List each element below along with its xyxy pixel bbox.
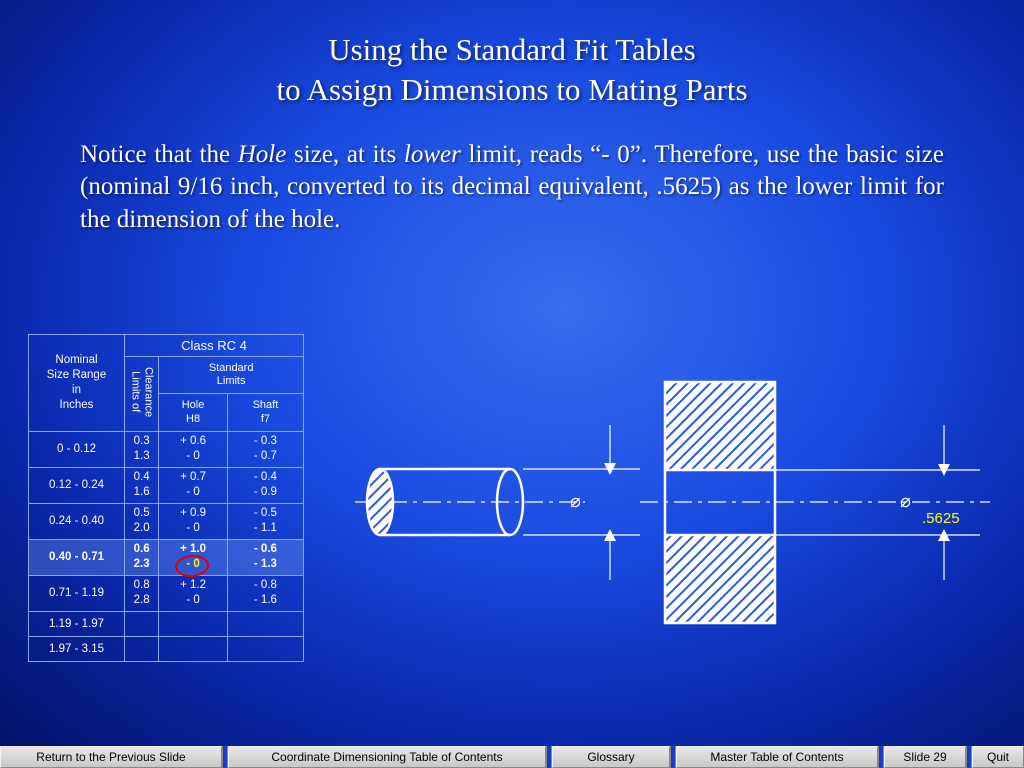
clearance-cell: 0.31.3	[125, 431, 159, 467]
return-button[interactable]: Return to the Previous Slide	[0, 746, 222, 768]
clearance-cell: 0.41.6	[125, 467, 159, 503]
shaft-cell: - 0.8- 1.6	[227, 575, 303, 611]
shaft-cell: - 0.4- 0.9	[227, 467, 303, 503]
hole-cell: + 0.6- 0	[159, 431, 228, 467]
range-cell: 0.71 - 1.19	[29, 575, 125, 611]
body-prefix: Notice that the	[80, 141, 238, 168]
clearance-cell: 0.82.8	[125, 575, 159, 611]
shaft-cell	[227, 611, 303, 636]
table-row: 0.71 - 1.190.82.8+ 1.2- 0- 0.8- 1.6	[29, 575, 304, 611]
range-cell: 1.19 - 1.97	[29, 611, 125, 636]
hole-dimension-value: .5625	[922, 510, 960, 527]
clearance-cell: 0.52.0	[125, 503, 159, 539]
range-cell: 0.24 - 0.40	[29, 503, 125, 539]
diameter-symbol-shaft: ⌀	[570, 491, 581, 511]
slide-title: Using the Standard Fit Tables to Assign …	[0, 0, 1024, 111]
hole-cell: + 0.7- 0	[159, 467, 228, 503]
clearance-cell: 0.62.3	[125, 539, 159, 575]
range-cell: 0.40 - 0.71	[29, 539, 125, 575]
hole-drawing	[640, 382, 990, 623]
class-header: Class RC 4	[125, 335, 304, 357]
shaft-drawing	[355, 425, 640, 580]
coord-toc-button[interactable]: Coordinate Dimensioning Table of Content…	[228, 746, 546, 768]
diameter-symbol-hole: ⌀	[900, 491, 911, 511]
footer-nav: Return to the Previous Slide Coordinate …	[0, 746, 1024, 768]
nominal-header: Nominal Size Range in Inches	[29, 335, 125, 432]
shaft-cell	[227, 636, 303, 661]
hole-cell	[159, 611, 228, 636]
table-row: 0.12 - 0.240.41.6+ 0.7- 0- 0.4- 0.9	[29, 467, 304, 503]
slide-number: Slide 29	[884, 746, 966, 768]
limits-header: Limits ofClearance	[125, 357, 159, 432]
range-cell: 0.12 - 0.24	[29, 467, 125, 503]
title-line-2: to Assign Dimensions to Mating Parts	[276, 72, 747, 107]
shaft-col-header: Shaftf7	[227, 394, 303, 431]
body-lower-word: lower	[404, 141, 461, 168]
body-mid: size, at its	[286, 141, 404, 168]
master-toc-button[interactable]: Master Table of Contents	[676, 746, 878, 768]
table-row: 1.97 - 3.15	[29, 636, 304, 661]
clearance-cell	[125, 611, 159, 636]
table-row: 0 - 0.120.31.3+ 0.6- 0- 0.3- 0.7	[29, 431, 304, 467]
range-cell: 1.97 - 3.15	[29, 636, 125, 661]
hole-cell	[159, 636, 228, 661]
body-paragraph: Notice that the Hole size, at its lower …	[0, 111, 1024, 237]
std-limits-header: StandardLimits	[159, 357, 304, 394]
range-cell: 0 - 0.12	[29, 431, 125, 467]
technical-diagram: ⌀ ⌀ .5625	[360, 370, 1010, 670]
shaft-cell: - 0.3- 0.7	[227, 431, 303, 467]
body-hole-word: Hole	[238, 141, 287, 168]
title-line-1: Using the Standard Fit Tables	[328, 32, 696, 67]
hole-cell: + 1.2- 0	[159, 575, 228, 611]
fit-table: Nominal Size Range in Inches Class RC 4 …	[28, 334, 304, 662]
glossary-button[interactable]: Glossary	[552, 746, 670, 768]
shaft-cell: - 0.6- 1.3	[227, 539, 303, 575]
table-row: 1.19 - 1.97	[29, 611, 304, 636]
shaft-cell: - 0.5- 1.1	[227, 503, 303, 539]
hole-col-header: HoleH8	[159, 394, 228, 431]
table-row: 0.40 - 0.710.62.3+ 1.0- 0- 0.6- 1.3	[29, 539, 304, 575]
quit-button[interactable]: Quit	[972, 746, 1024, 768]
table-row: 0.24 - 0.400.52.0+ 0.9- 0- 0.5- 1.1	[29, 503, 304, 539]
clearance-cell	[125, 636, 159, 661]
hole-cell: + 0.9- 0	[159, 503, 228, 539]
